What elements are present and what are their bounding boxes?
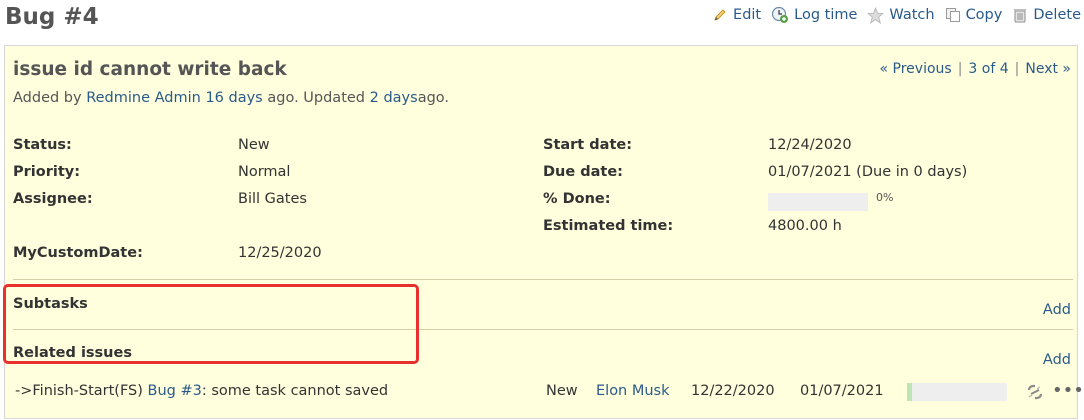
related-issue-assignee-link[interactable]: Elon Musk — [596, 383, 670, 399]
delete-button[interactable]: Delete — [1012, 7, 1081, 23]
done-progress-text: 0% — [876, 191, 894, 204]
watch-button[interactable]: Watch — [867, 6, 935, 24]
position-link[interactable]: 3 of 4 — [968, 61, 1008, 77]
status-label: Status: — [13, 137, 72, 153]
pencil-icon — [712, 7, 728, 23]
due-date-label: Due date: — [543, 164, 623, 180]
copy-button[interactable]: Copy — [945, 7, 1003, 23]
star-icon — [867, 6, 885, 24]
related-issues-highlight — [3, 284, 419, 364]
next-link[interactable]: Next » — [1025, 61, 1071, 77]
start-date-value: 12/24/2020 — [768, 137, 852, 153]
issue-author-line: Added by Redmine Admin 16 days ago. Upda… — [13, 90, 449, 106]
due-date-value: 01/07/2021 (Due in 0 days) — [768, 164, 968, 180]
estimated-time-label: Estimated time: — [543, 218, 674, 234]
done-label: % Done: — [543, 191, 611, 207]
related-issue-link[interactable]: Bug #3 — [148, 383, 202, 399]
unlink-icon[interactable] — [1025, 382, 1045, 406]
updated-text: ago. Updated — [267, 90, 366, 106]
issue-subject: issue id cannot write back — [13, 59, 287, 80]
related-issue-status: New — [546, 383, 578, 399]
related-issue-subject: : some task cannot saved — [201, 383, 389, 399]
relation-type: ->Finish-Start(FS) Bug #3: some task can… — [15, 383, 389, 399]
nav-separator: | — [957, 61, 963, 77]
related-issue-row: ->Finish-Start(FS) Bug #3: some task can… — [5, 380, 1084, 406]
start-date-label: Start date: — [543, 137, 633, 153]
copy-label: Copy — [965, 7, 1003, 23]
trash-icon — [1012, 7, 1028, 23]
assignee-label: Assignee: — [13, 191, 93, 207]
clock-icon — [771, 6, 789, 24]
edit-label: Edit — [733, 7, 762, 23]
status-value: New — [238, 137, 270, 153]
created-ago-link[interactable]: 16 days — [205, 90, 262, 106]
custom-date-label: MyCustomDate: — [13, 245, 143, 261]
log-time-label: Log time — [794, 7, 858, 23]
edit-button[interactable]: Edit — [712, 7, 761, 23]
added-by-text: Added by — [13, 90, 82, 106]
more-actions-icon[interactable]: ••• — [1052, 380, 1084, 401]
done-progress-bar — [768, 193, 868, 211]
author-link[interactable]: Redmine Admin — [86, 90, 201, 106]
nav-separator: | — [1014, 61, 1020, 77]
priority-label: Priority: — [13, 164, 81, 180]
page-title: Bug #4 — [5, 4, 99, 30]
estimated-time-value: 4800.00 h — [768, 218, 842, 234]
issue-navigation: « Previous | 3 of 4 | Next » — [880, 61, 1071, 77]
add-related-issue-link[interactable]: Add — [1043, 352, 1071, 368]
updated-ago-link[interactable]: 2 days — [370, 90, 418, 106]
ago-text: ago. — [417, 90, 450, 106]
custom-date-value: 12/25/2020 — [238, 245, 322, 261]
add-subtask-link[interactable]: Add — [1043, 302, 1071, 318]
related-issue-progress-bar — [907, 383, 1007, 401]
divider — [13, 279, 1073, 280]
copy-icon — [945, 7, 961, 23]
previous-link[interactable]: « Previous — [880, 61, 952, 77]
priority-value: Normal — [238, 164, 291, 180]
related-issue-due-date: 01/07/2021 — [800, 383, 884, 399]
watch-label: Watch — [889, 7, 935, 23]
log-time-button[interactable]: Log time — [771, 6, 857, 24]
delete-label: Delete — [1033, 7, 1081, 23]
issue-actions: Edit Log time Watch Copy Delete — [712, 6, 1081, 24]
assignee-link[interactable]: Bill Gates — [238, 191, 307, 207]
related-issue-start-date: 12/22/2020 — [691, 383, 775, 399]
